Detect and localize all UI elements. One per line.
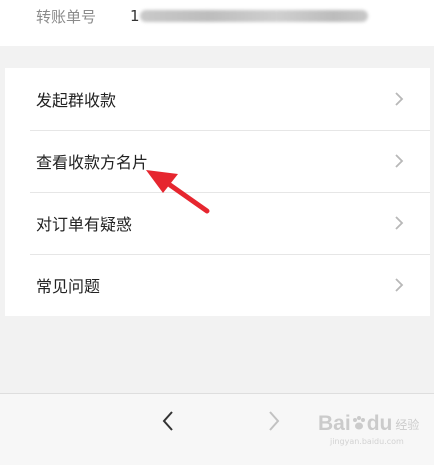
transfer-number-value: 1 [130, 5, 380, 27]
options-menu: 发起群收款 查看收款方名片 对订单有疑惑 常见问题 [5, 68, 430, 316]
bottom-bar-divider [0, 393, 434, 394]
watermark-sub: 经验 [395, 417, 420, 432]
menu-item-label: 查看收款方名片 [36, 152, 149, 172]
redacted-number-blur [140, 10, 368, 22]
chevron-right-icon [391, 277, 407, 293]
baidu-jingyan-watermark: Bai du 经验 jingyan.baidu.com [318, 412, 420, 446]
chevron-right-icon [391, 153, 407, 169]
back-button[interactable] [156, 409, 180, 433]
watermark-logo: Bai du [318, 412, 393, 435]
transfer-info-card: 转账单号 1 [0, 0, 434, 46]
menu-item-label: 常见问题 [36, 276, 101, 296]
chevron-left-icon [162, 411, 173, 431]
menu-item-label: 发起群收款 [36, 90, 117, 110]
paw-icon [352, 416, 365, 430]
watermark-url: jingyan.baidu.com [330, 437, 404, 446]
chevron-right-icon [391, 91, 407, 107]
menu-item-label: 对订单有疑惑 [36, 214, 133, 234]
chevron-right-icon [391, 215, 407, 231]
menu-item-faq[interactable]: 常见问题 [5, 254, 430, 315]
menu-item-group-collect[interactable]: 发起群收款 [5, 68, 430, 129]
chevron-right-icon [269, 411, 280, 431]
menu-item-view-payee-card[interactable]: 查看收款方名片 [5, 130, 430, 191]
menu-item-order-question[interactable]: 对订单有疑惑 [5, 192, 430, 253]
transfer-number-row: 转账单号 1 [36, 4, 380, 28]
transfer-number-prefix: 1 [130, 7, 140, 25]
forward-button[interactable] [262, 409, 286, 433]
transfer-number-label: 转账单号 [36, 7, 97, 26]
